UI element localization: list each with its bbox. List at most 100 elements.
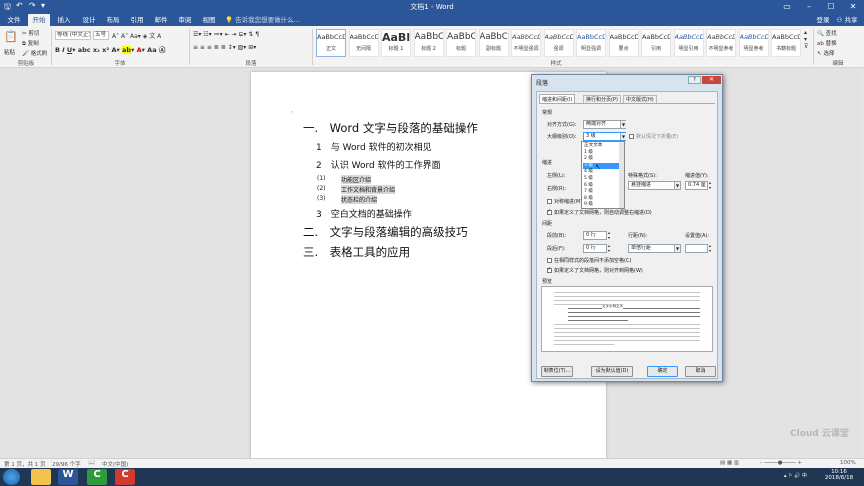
space-after-input[interactable]: 0 行 [583, 244, 607, 253]
zoom-slider[interactable]: – ────●──── + [760, 460, 802, 466]
page-count[interactable]: 第 1 页，共 1 页 [4, 460, 46, 468]
style-gallery-item[interactable]: AaBbCcDı 明显参考 [738, 29, 769, 57]
style-gallery-item[interactable]: AaBbCcDı 正文 [316, 29, 346, 57]
font-name-select[interactable]: 等线 (中文正文) [55, 31, 91, 40]
maximize-button[interactable]: ☐ [820, 0, 842, 14]
minimize-button[interactable]: – [798, 0, 820, 14]
dropdown-scrollbar[interactable] [619, 142, 624, 208]
paste-button[interactable]: 粘贴 [4, 48, 15, 56]
style-gallery-item[interactable]: AaBbCcDı 明显强调 [576, 29, 606, 57]
style-gallery-item[interactable]: AaBbCcDı 强调 [543, 29, 574, 57]
tray-icons[interactable]: ▴ ⚐ 🔊 中 [784, 472, 807, 479]
snap-grid-checkbox[interactable] [547, 266, 552, 273]
style-gallery-item[interactable]: AaBbC 标题 2 [413, 29, 444, 57]
collapse-checkbox[interactable] [629, 134, 634, 139]
tab-insert[interactable]: 插入 [53, 14, 75, 26]
sign-in-link[interactable]: 登录 [814, 14, 832, 26]
replace-button[interactable]: ab 替换 [817, 39, 837, 47]
cut-button[interactable]: ✂ 剪切 [22, 29, 39, 37]
tab-design[interactable]: 设计 [78, 14, 100, 26]
clock[interactable]: 10:16 2018/6/18 [822, 469, 856, 481]
style-gallery-item[interactable]: AaBbC 标题 [446, 29, 476, 57]
word-count[interactable]: 29/96 个字 [52, 460, 81, 468]
view-buttons[interactable]: ▤ ▦ ▥ [720, 460, 739, 466]
outline-option[interactable]: 7 级 [583, 189, 620, 196]
list-item-selected[interactable]: 工作文档和背景介绍 [341, 185, 396, 194]
style-gallery-item[interactable]: AaBbC 副标题 [478, 29, 509, 57]
find-button[interactable]: 🔍 查找 [817, 29, 837, 37]
zoom-level[interactable]: 100% [840, 460, 856, 466]
style-gallery-item[interactable]: AaBbCcDı 引用 [641, 29, 671, 57]
style-gallery-item[interactable]: AaBbCcDı 要点 [608, 29, 639, 57]
recorder-icon[interactable]: C [115, 469, 135, 485]
spinner-icon[interactable]: ▴ ▾ [608, 230, 610, 240]
set-default-button[interactable]: 设为默认值(D) [591, 366, 633, 377]
list-item-selected[interactable]: 功能区介绍 [341, 175, 372, 184]
tab-home[interactable]: 开始 [28, 14, 50, 26]
font-format-buttons[interactable]: B I U▾ abc x₂ x² A▾ ab▾ A▾ Aa Ⓐ [55, 44, 165, 54]
font-grow-shrink-buttons[interactable]: A˄ A˅ Aa▾ ◈ 文 A [112, 31, 161, 40]
heading-3[interactable]: 三. 表格工具的应用 [303, 244, 410, 260]
format-painter-button[interactable]: 🖌 格式刷 [22, 49, 47, 57]
heading-1-3[interactable]: 3 空白文档的基础操作 [316, 207, 412, 220]
paste-icon[interactable]: 📋 [4, 30, 18, 48]
font-size-select[interactable]: 五号 [93, 31, 109, 40]
camtasia-icon[interactable]: C [87, 469, 107, 485]
outline-option[interactable]: 4 级 [583, 169, 620, 176]
select-button[interactable]: ↖ 选择 [817, 49, 834, 57]
auto-indent-checkbox[interactable] [547, 208, 552, 215]
cancel-button[interactable]: 取消 [685, 366, 716, 377]
at-input[interactable] [685, 244, 708, 253]
spinner-icon[interactable]: ▴ ▾ [709, 243, 711, 253]
heading-1[interactable]: 一. Word 文字与段落的基础操作 [303, 120, 478, 136]
tab-mailings[interactable]: 邮件 [150, 14, 172, 26]
language[interactable]: 中文(中国) [102, 460, 128, 468]
copy-button[interactable]: ⧉ 复制 [22, 39, 39, 48]
style-gallery-item[interactable]: AaBbCcDı 无间隔 [348, 29, 379, 57]
tab-layout[interactable]: 布局 [102, 14, 124, 26]
list-buttons[interactable]: ☰▾ ☷▾ ≔▾ ⇤ ⇥ ⋤▾ ⇅ ¶ [193, 31, 259, 38]
tell-me-search[interactable]: 💡 告诉我您想要做什么... [225, 14, 325, 26]
indent-by-input[interactable]: 0.74 厘 [685, 181, 708, 190]
tab-references[interactable]: 引用 [126, 14, 148, 26]
list-item-selected[interactable]: 状态栏的介绍 [341, 195, 378, 204]
mirror-indents-checkbox[interactable] [547, 199, 552, 204]
style-gallery-item[interactable]: AaBbCcDı 明显引用 [673, 29, 704, 57]
no-space-checkbox[interactable] [547, 258, 552, 263]
style-gallery-item[interactable]: AaBbCcDı 不明显强调 [511, 29, 541, 57]
alignment-buttons[interactable]: ≡ ≡ ≡ ≣ ≣ ↕▾ ▨▾ ⊞▾ [193, 44, 256, 51]
tab-view[interactable]: 视图 [198, 14, 220, 26]
help-button[interactable]: ? [688, 76, 701, 84]
spinner-icon[interactable]: ▴ ▾ [709, 180, 711, 190]
vertical-scrollbar[interactable] [859, 69, 864, 456]
heading-1-2[interactable]: 2 认识 Word 软件的工作界面 [316, 158, 441, 171]
heading-2[interactable]: 二. 文字与段落编辑的高级技巧 [303, 224, 468, 240]
tab-file[interactable]: 文件 [3, 14, 25, 26]
tab-review[interactable]: 审阅 [174, 14, 196, 26]
chevron-down-icon[interactable]: ▼ [674, 182, 680, 189]
space-before-input[interactable]: 0 行 [583, 231, 607, 240]
proofing-icon[interactable]: 📖 [88, 460, 95, 466]
chevron-down-icon[interactable]: ▼ [674, 245, 680, 252]
ribbon-options-icon[interactable]: ▭ [776, 0, 798, 14]
close-button[interactable]: ✕ [842, 0, 864, 14]
style-gallery-item[interactable]: AaBbCcD 书籍标题 [771, 29, 801, 57]
outline-option[interactable]: 5 级 [583, 176, 620, 183]
start-button[interactable] [3, 469, 20, 485]
word-taskbar-icon[interactable]: W [58, 469, 78, 485]
dialog-close-button[interactable]: ✕ [702, 76, 721, 84]
explorer-icon[interactable] [31, 469, 51, 485]
share-button[interactable]: ⚇ 共享 [834, 14, 860, 26]
tabs-button[interactable]: 制表位(T)... [541, 366, 573, 377]
spinner-icon[interactable]: ▴ ▾ [608, 243, 610, 253]
chevron-down-icon[interactable]: ▼ [620, 121, 626, 128]
style-gallery-item[interactable]: AaBl 标题 1 [381, 29, 411, 57]
outline-level-dropdown[interactable]: 正文文本 1 级2 级3 级4 级5 级6 级7 级8 级9 级 [581, 141, 625, 209]
gallery-scroll[interactable]: ▴ ▾ ⊽ [804, 29, 808, 50]
outline-option[interactable]: 2 级 [583, 156, 620, 163]
style-gallery-item[interactable]: AaBbCcDı 不明显参考 [706, 29, 736, 57]
heading-1-1[interactable]: 1 与 Word 软件的初次相见 [316, 140, 432, 153]
ok-button[interactable]: 确定 [647, 366, 678, 377]
outline-option[interactable]: 正文文本 [583, 143, 620, 150]
chevron-down-icon[interactable]: ▼ [620, 133, 626, 140]
